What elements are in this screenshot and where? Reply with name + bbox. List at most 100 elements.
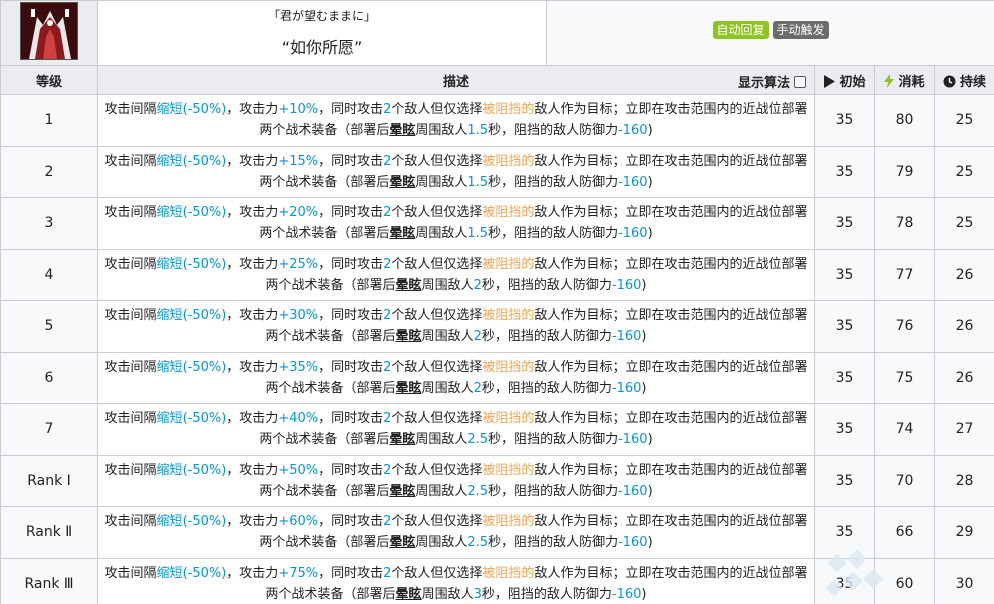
desc-text-8: ) <box>641 586 647 602</box>
sp-cost-cell: 66 <box>874 506 935 559</box>
desc-text-2: ，攻击力 <box>226 359 279 375</box>
desc-text-8: ) <box>647 483 653 499</box>
blocked-text: 被阻挡的 <box>482 256 535 272</box>
desc-text-3: ，同时攻击 <box>318 462 384 478</box>
interval-value: (-50%) <box>182 308 227 324</box>
initial-cost-cell: 35 <box>814 506 875 559</box>
desc-text-4: 个敌人但仅选择 <box>391 411 483 427</box>
desc-text-1: 攻击间隔 <box>104 256 157 272</box>
desc-text-4: 个敌人但仅选择 <box>391 308 483 324</box>
desc-text-7: 秒，阻挡的敌人防御力 <box>481 277 612 293</box>
stun-seconds: 2 <box>473 329 482 345</box>
stun-seconds: 1.5 <box>467 226 489 242</box>
shorten-text: 缩短 <box>156 308 183 324</box>
desc-text-6: 周围敌人 <box>421 277 474 293</box>
stun-term[interactable]: 晕眩 <box>389 175 415 190</box>
stun-seconds: 2.5 <box>467 432 489 448</box>
blocked-text: 被阻挡的 <box>482 102 535 118</box>
desc-text-7: 秒，阻挡的敌人防御力 <box>488 483 619 499</box>
show-formula-checkbox[interactable] <box>794 75 806 88</box>
stun-term[interactable]: 晕眩 <box>389 535 415 550</box>
show-formula-label: 显示算法 <box>737 76 790 91</box>
def-value: -160 <box>618 432 648 448</box>
atk-value: +35% <box>278 359 319 375</box>
play-icon <box>824 74 836 88</box>
interval-value: (-50%) <box>182 514 227 530</box>
stun-term[interactable]: 晕眩 <box>389 123 415 138</box>
shorten-text: 缩短 <box>156 359 183 375</box>
desc-text-6: 周围敌人 <box>415 432 468 448</box>
def-value: -160 <box>618 174 648 190</box>
initial-cost-cell: 35 <box>814 351 875 404</box>
shorten-text: 缩短 <box>156 102 183 118</box>
shorten-text: 缩短 <box>156 411 183 427</box>
skill-name-jp: 「君が望むままに」 <box>267 8 376 23</box>
skill-table: 「君が望むままに」 “如你所愿” 自动回复 手动触发 等级 描述 显示算法 初始 … <box>0 0 994 604</box>
table-row: Rank Ⅰ 攻击间隔缩短(-50%)，攻击力+50%，同时攻击2个敌人但仅选择被… <box>0 454 994 507</box>
interval-value: (-50%) <box>182 359 227 375</box>
duration-cell: 25 <box>933 197 994 250</box>
desc-text-6: 周围敌人 <box>421 380 474 396</box>
duration-header-label: 持续 <box>960 74 987 90</box>
sp-cost-cell: 75 <box>874 351 935 404</box>
blocked-text: 被阻挡的 <box>482 565 535 581</box>
description-cell: 攻击间隔缩短(-50%)，攻击力+50%，同时攻击2个敌人但仅选择被阻挡的敌人作… <box>97 454 815 507</box>
desc-text-7: 秒，阻挡的敌人防御力 <box>488 535 619 551</box>
def-value: -160 <box>618 123 648 139</box>
desc-text-1: 攻击间隔 <box>104 411 157 427</box>
desc-text-3: ，同时攻击 <box>318 308 384 324</box>
duration-cell: 27 <box>933 403 994 456</box>
stun-term[interactable]: 晕眩 <box>389 432 415 447</box>
level-cell: 3 <box>0 197 98 250</box>
sp-cost-cell: 74 <box>874 403 935 456</box>
desc-text-1: 攻击间隔 <box>104 153 157 169</box>
desc-text-2: ，攻击力 <box>226 411 279 427</box>
desc-text-6: 周围敌人 <box>415 123 468 139</box>
manual-trigger-tag: 手动触发 <box>772 21 829 39</box>
desc-text-3: ，同时攻击 <box>318 205 384 221</box>
shorten-text: 缩短 <box>156 514 183 530</box>
skill-header-row: 「君が望むままに」 “如你所愿” 自动回复 手动触发 <box>0 0 994 66</box>
duration-cell: 28 <box>933 454 994 507</box>
sp-cost-cell: 80 <box>874 94 935 147</box>
skill-name-cn: “如你所愿” <box>281 37 363 57</box>
desc-text-6: 周围敌人 <box>421 586 474 602</box>
description-cell: 攻击间隔缩短(-50%)，攻击力+75%，同时攻击2个敌人但仅选择被阻挡的敌人作… <box>97 557 815 604</box>
desc-text-8: ) <box>647 432 653 448</box>
show-formula-toggle[interactable]: 显示算法 <box>738 72 806 91</box>
blocked-text: 被阻挡的 <box>482 462 535 478</box>
level-cell: Rank Ⅰ <box>0 454 98 507</box>
sp-cost-cell: 77 <box>874 248 935 301</box>
def-value: -160 <box>611 586 642 602</box>
atk-value: +10% <box>278 102 319 118</box>
desc-text-6: 周围敌人 <box>415 483 468 499</box>
desc-text-8: ) <box>647 226 653 242</box>
description-cell: 攻击间隔缩短(-50%)，攻击力+35%，同时攻击2个敌人但仅选择被阻挡的敌人作… <box>97 351 815 404</box>
stun-term[interactable]: 晕眩 <box>396 381 422 396</box>
stun-seconds: 2 <box>473 380 482 396</box>
desc-text-1: 攻击间隔 <box>104 462 157 478</box>
blocked-text: 被阻挡的 <box>482 514 535 530</box>
description-cell: 攻击间隔缩短(-50%)，攻击力+20%，同时攻击2个敌人但仅选择被阻挡的敌人作… <box>97 197 815 250</box>
desc-text-3: ，同时攻击 <box>318 514 384 530</box>
desc-text-1: 攻击间隔 <box>104 205 157 221</box>
description-cell: 攻击间隔缩短(-50%)，攻击力+15%，同时攻击2个敌人但仅选择被阻挡的敌人作… <box>97 145 815 198</box>
interval-value: (-50%) <box>182 256 227 272</box>
table-row: 4 攻击间隔缩短(-50%)，攻击力+25%，同时攻击2个敌人但仅选择被阻挡的敌人… <box>0 248 994 301</box>
stun-term[interactable]: 晕眩 <box>396 329 422 344</box>
auto-recovery-tag: 自动回复 <box>712 21 769 39</box>
stun-term[interactable]: 晕眩 <box>396 587 422 602</box>
desc-text-1: 攻击间隔 <box>104 565 157 581</box>
desc-text-3: ，同时攻击 <box>318 565 384 581</box>
blocked-text: 被阻挡的 <box>482 308 535 324</box>
stun-term[interactable]: 晕眩 <box>396 278 422 293</box>
shorten-text: 缩短 <box>156 205 183 221</box>
initial-cost-cell: 35 <box>814 145 875 198</box>
initial-header-label: 初始 <box>839 74 866 90</box>
description-cell: 攻击间隔缩短(-50%)，攻击力+40%，同时攻击2个敌人但仅选择被阻挡的敌人作… <box>97 403 815 456</box>
interval-value: (-50%) <box>182 565 227 581</box>
stun-term[interactable]: 晕眩 <box>389 484 415 499</box>
stun-term[interactable]: 晕眩 <box>389 226 415 241</box>
atk-value: +75% <box>278 565 319 581</box>
desc-text-2: ，攻击力 <box>226 308 279 324</box>
